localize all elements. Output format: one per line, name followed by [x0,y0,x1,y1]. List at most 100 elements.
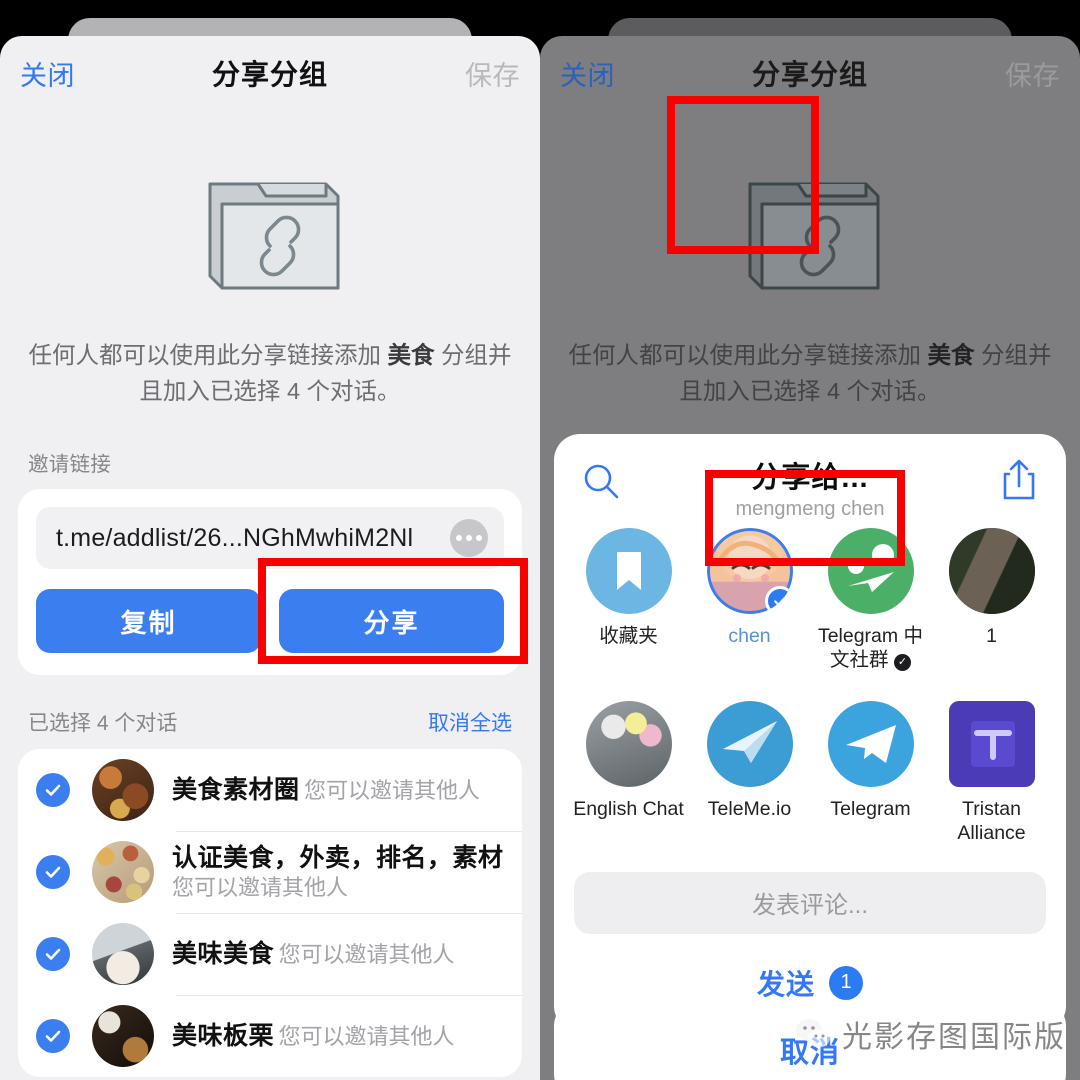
folder-illustration-wrap [540,154,1080,302]
avatar [585,528,672,614]
close-button[interactable]: 关闭 [560,54,615,93]
share-up-icon[interactable] [998,456,1040,507]
share-sheet-title: 分享给... [751,462,869,494]
share-target-label: TeleMe.io [707,797,792,820]
verified-badge-icon: ✓ [893,654,911,672]
ellipsis-icon[interactable] [450,519,488,558]
navbar: 关闭 分享分组 保存 [0,36,540,110]
avatar [706,700,793,787]
share-target-label: Tristan Alliance [957,797,1026,845]
description-prefix: 任何人都可以使用此分享链接添加 [28,342,388,368]
send-label: 发送 [756,968,815,1000]
avatar [827,700,914,787]
share-target-chen[interactable]: chen [689,528,810,673]
share-targets-row-1: 收藏夹 chen Telegram 中文社群 ✓ 1 [554,520,1066,673]
chat-meta: 美食素材圈 您可以邀请其他人 [172,775,480,806]
comment-input[interactable]: 发表评论... [574,871,1046,934]
share-sheet-subtitle: mengmeng chen [735,498,885,520]
share-sheet-header: 分享给... mengmeng chen [554,454,1066,520]
checkbox-checked-icon[interactable] [36,937,70,972]
description-folder-name: 美食 [927,342,975,368]
telegram-icon [845,724,896,763]
description-folder-name: 美食 [387,342,435,368]
share-target-one[interactable]: 1 [931,528,1052,673]
table-row[interactable]: 认证美食，外卖，排名，素材 您可以邀请其他人 [18,831,522,913]
invite-link-field[interactable]: t.me/addlist/26...NGhMwhiM2Nl [36,507,504,570]
description-text: 任何人都可以使用此分享链接添加 美食 分组并且加入已选择 4 个对话。 [28,338,512,409]
share-to-sheet: 分享给... mengmeng chen 收藏夹 chen Telegram 中… [554,434,1066,1032]
paper-plane-icon [722,720,777,763]
share-target-label: English Chat [573,797,684,820]
share-target-saved-messages[interactable]: 收藏夹 [568,528,689,673]
avatar [948,528,1035,614]
checkbox-checked-icon[interactable] [36,773,70,808]
share-target-teleme[interactable]: TeleMe.io [689,700,810,846]
group-icon [847,544,894,592]
chat-subtitle: 您可以邀请其他人 [278,941,455,967]
chat-meta: 美味板栗 您可以邀请其他人 [172,1021,454,1052]
avatar [92,923,154,986]
chat-meta: 认证美食，外卖，排名，素材 您可以邀请其他人 [172,843,504,903]
folder-illustration-wrap [0,154,540,302]
folder-link-icon [748,182,880,290]
share-target-tristan-alliance[interactable]: Tristan Alliance [931,700,1052,846]
invite-link-label: 邀请链接 [28,453,112,477]
share-folder-sheet: 关闭 分享分组 保存 任何人都可以使用此分享链接添加 美食 分组并且加入已选择 … [0,36,540,1080]
share-button[interactable]: 分享 [279,589,504,654]
share-target-label: chen [728,625,771,647]
invite-link-card: t.me/addlist/26...NGhMwhiM2Nl 复制 分享 [18,489,522,676]
search-icon[interactable] [580,460,622,507]
chat-list: 美食素材圈 您可以邀请其他人 认证美食，外卖，排名，素材 您可以邀请其他人 美味… [18,749,522,1078]
navbar: 关闭 分享分组 保存 [540,36,1080,110]
avatar [92,759,154,822]
share-target-label: Telegram [830,797,911,820]
wechat-icon [796,1019,830,1048]
chat-subtitle: 您可以邀请其他人 [278,1023,455,1049]
avatar [706,528,793,614]
share-target-english-chat[interactable]: English Chat [568,700,689,846]
table-row[interactable]: 美味美食 您可以邀请其他人 [18,913,522,995]
table-row[interactable]: 美味板栗 您可以邀请其他人 [18,995,522,1077]
chat-subtitle: 您可以邀请其他人 [172,874,349,900]
folder-link-icon [208,182,340,290]
watermark: 光影存图国际版 [794,1012,1066,1056]
chat-meta: 美味美食 您可以邀请其他人 [172,939,454,970]
send-count-badge: 1 [829,965,863,1000]
save-button[interactable]: 保存 [1005,54,1060,93]
checkbox-checked-icon [764,586,793,614]
share-target-telegram[interactable]: Telegram [810,700,931,846]
close-button[interactable]: 关闭 [20,54,75,93]
avatar [948,700,1035,787]
share-targets-row-2: English Chat TeleMe.io Telegram Tristan … [554,693,1066,846]
share-target-label: 收藏夹 [599,625,658,647]
checkbox-checked-icon[interactable] [36,855,70,890]
selection-header: 已选择 4 个对话 取消全选 [28,707,512,737]
screenshot-canvas: 关闭 分享分组 保存 任何人都可以使用此分享链接添加 美食 分组并且加入已选择 … [0,0,1080,1080]
share-target-telegram-chinese[interactable]: Telegram 中文社群 ✓ [810,528,931,673]
chat-subtitle: 您可以邀请其他人 [303,777,480,803]
avatar [585,700,672,787]
deselect-all-button[interactable]: 取消全选 [428,707,512,737]
chat-name: 美味板栗 [172,1021,275,1050]
avatar [827,528,914,614]
chat-name: 认证美食，外卖，排名，素材 [172,843,504,872]
copy-button[interactable]: 复制 [36,589,261,654]
table-row[interactable]: 美食素材圈 您可以邀请其他人 [18,749,522,831]
chat-name: 美味美食 [172,939,275,968]
description-prefix: 任何人都可以使用此分享链接添加 [568,342,928,368]
description-text: 任何人都可以使用此分享链接添加 美食 分组并且加入已选择 4 个对话。 [568,338,1052,409]
invite-action-row: 复制 分享 [36,589,504,654]
share-target-label: 1 [986,625,997,647]
share-target-label: Telegram 中文社群 ✓ [812,624,930,673]
right-screenshot-panel: 关闭 分享分组 保存 任何人都可以使用此分享链接添加 美食 分组并且加入已选择 … [540,0,1080,1080]
bookmark-icon [616,552,641,590]
book-t-icon [970,720,1015,767]
avatar [92,1005,154,1068]
left-screenshot-panel: 关闭 分享分组 保存 任何人都可以使用此分享链接添加 美食 分组并且加入已选择 … [0,0,540,1080]
selected-count-label: 已选择 4 个对话 [28,712,178,736]
page-title: 分享分组 [211,59,328,90]
save-button[interactable]: 保存 [465,54,520,93]
page-title: 分享分组 [751,59,868,90]
avatar [92,841,154,904]
checkbox-checked-icon[interactable] [36,1019,70,1054]
